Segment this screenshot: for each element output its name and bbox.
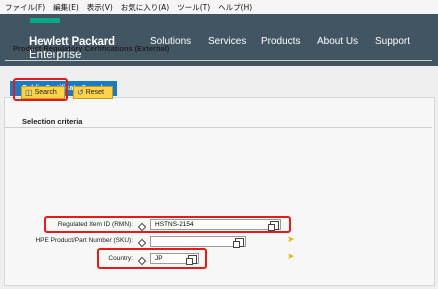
search-button-highlight xyxy=(13,78,68,101)
sku-input[interactable] xyxy=(150,236,246,247)
menu-edit[interactable]: 編集(E) xyxy=(53,2,79,13)
reset-icon: ↺ xyxy=(77,87,84,97)
hpe-logo-mark xyxy=(30,18,60,23)
country-highlight xyxy=(97,248,207,269)
reset-button[interactable]: ↺ Reset xyxy=(73,86,113,99)
nav-products[interactable]: Products xyxy=(261,36,300,47)
menu-favorites[interactable]: お気に入り(A) xyxy=(121,2,169,13)
section-divider xyxy=(5,127,432,128)
arrow-right-icon[interactable]: ➤ xyxy=(287,253,295,262)
browser-menubar: ファイル(F) 編集(E) 表示(V) お気に入り(A) ツール(T) ヘルプ(… xyxy=(0,0,438,14)
menu-view[interactable]: 表示(V) xyxy=(87,2,113,13)
value-help-icon[interactable] xyxy=(233,238,244,248)
panel-title: Product Regulatory Certifications (Exter… xyxy=(13,44,170,53)
nav-services[interactable]: Services xyxy=(208,36,246,47)
menu-file[interactable]: ファイル(F) xyxy=(5,2,45,13)
nav-about-us[interactable]: About Us xyxy=(317,36,358,47)
rmn-highlight xyxy=(44,216,291,233)
panel-divider xyxy=(5,60,432,61)
menu-tools[interactable]: ツール(T) xyxy=(177,2,210,13)
reset-button-label: Reset xyxy=(85,89,104,96)
menu-help[interactable]: ヘルプ(H) xyxy=(218,2,252,13)
site-header: Hewlett Packard Enterprise Solutions Ser… xyxy=(0,14,438,66)
nav-support[interactable]: Support xyxy=(375,36,410,47)
selection-criteria-title: Selection criteria xyxy=(22,117,83,126)
sku-label: HPE Product/Part Number (SKU): xyxy=(35,237,133,244)
arrow-right-icon[interactable]: ➤ xyxy=(287,236,295,245)
